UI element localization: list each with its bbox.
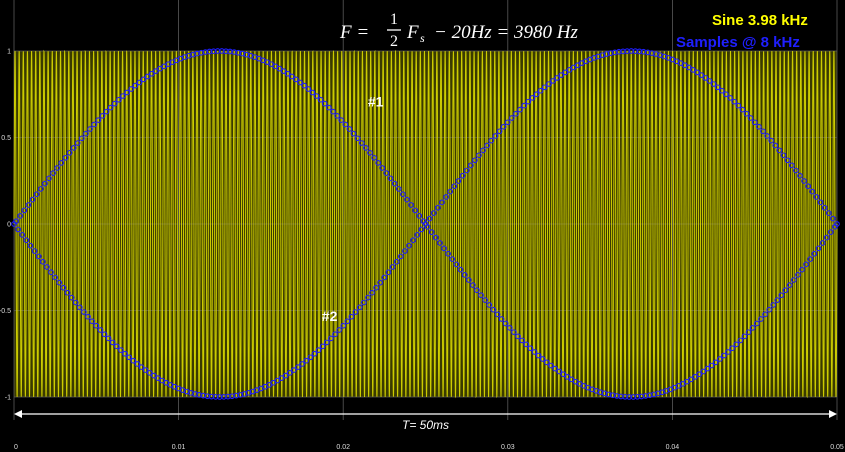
legend-item-sine: Sine 3.98 kHz bbox=[712, 12, 808, 29]
x-tick-label-2: 0.02 bbox=[336, 444, 350, 451]
formula-rhs-subscript: s bbox=[420, 31, 425, 45]
y-tick-label-1: 0.5 bbox=[1, 135, 11, 142]
y-tick-label-2: 0 bbox=[7, 222, 11, 229]
formula-rhs-rest: − 20Hz = 3980 Hz bbox=[434, 22, 578, 43]
x-tick-label-3: 0.03 bbox=[501, 444, 515, 451]
y-tick-label-4: -1 bbox=[5, 395, 11, 402]
formula-fraction-denominator: 2 bbox=[390, 33, 398, 50]
curve-annotation-2: #2 bbox=[322, 308, 338, 324]
x-tick-label-4: 0.04 bbox=[666, 444, 680, 451]
formula-lhs: F = bbox=[339, 22, 369, 43]
legend-item-samples: Samples @ 8 kHz bbox=[676, 34, 800, 51]
x-tick-label-0: 0 bbox=[14, 444, 18, 451]
y-tick-label-3: -0.5 bbox=[0, 308, 11, 315]
formula-fraction-numerator: 1 bbox=[390, 11, 398, 28]
period-label: T= 50ms bbox=[402, 418, 449, 432]
scope-display: 0 0.01 0.02 0.03 0.04 0.05 1 0.5 0 -0.5 -1 F = 1 2… bbox=[0, 0, 845, 452]
x-tick-label-5: 0.05 bbox=[830, 444, 844, 451]
curve-annotation-1: #1 bbox=[368, 93, 384, 109]
y-tick-label-0: 1 bbox=[7, 49, 11, 56]
x-tick-label-1: 0.01 bbox=[172, 444, 186, 451]
formula-rhs-variable: F bbox=[406, 22, 419, 43]
